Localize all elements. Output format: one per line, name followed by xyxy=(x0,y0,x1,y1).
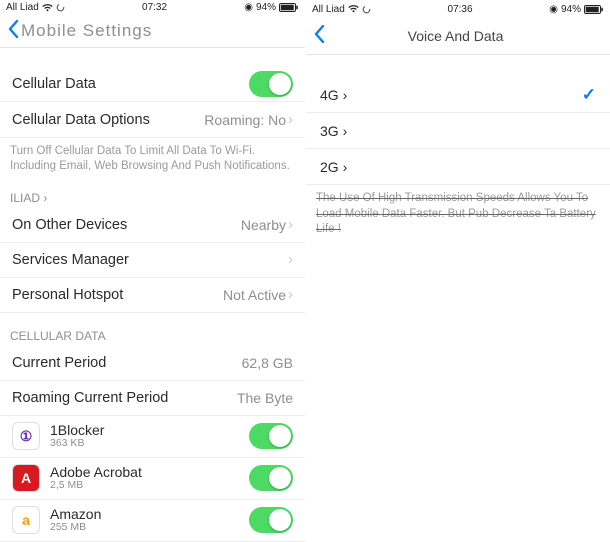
voice-data-options: 4G ›✓ 3G › 2G › xyxy=(306,77,610,185)
clock-label: 07:36 xyxy=(371,4,549,15)
status-bar: All Liad 07:32 ◉ 94% xyxy=(0,0,305,16)
app-row[interactable]: ① 1Blocker363 KB xyxy=(0,416,305,458)
network-option-row[interactable]: 4G ›✓ xyxy=(306,77,610,113)
current-period-value: 62,8 GB xyxy=(242,355,293,371)
loading-icon xyxy=(56,3,65,12)
settings-pane-left: All Liad 07:32 ◉ 94% Mobile Settings Ce xyxy=(0,0,305,542)
other-devices-label: On Other Devices xyxy=(12,217,241,233)
settings-pane-right: All Liad 07:36 ◉ 94% Voice And Data 4G ›… xyxy=(305,0,610,542)
app-name: 1Blocker xyxy=(50,423,249,438)
loading-icon xyxy=(362,5,371,14)
section-header-iliad: ILIAD › xyxy=(0,185,305,208)
app-size: 255 MB xyxy=(50,522,249,534)
alarm-icon: ◉ xyxy=(244,2,253,13)
wifi-icon xyxy=(348,5,359,13)
network-option-row[interactable]: 2G › xyxy=(306,149,610,185)
voice-data-footer-text: The Use Of High Transmission Speeds Allo… xyxy=(316,192,596,235)
services-manager-label: Services Manager xyxy=(12,252,288,268)
app-toggle[interactable] xyxy=(249,507,293,533)
app-size: 363 KB xyxy=(50,438,249,450)
app-icon: a xyxy=(12,506,40,534)
app-name: Amazon xyxy=(50,507,249,522)
app-row[interactable]: a Amazon255 MB xyxy=(0,500,305,542)
current-period-label: Current Period xyxy=(12,355,242,371)
battery-label: 94% xyxy=(256,2,276,13)
app-icon: ① xyxy=(12,422,40,450)
network-option-label: 4G › xyxy=(320,87,582,103)
battery-label: 94% xyxy=(561,4,581,15)
cellular-footer-text: Turn Off Cellular Data To Limit All Data… xyxy=(0,138,305,185)
cellular-data-row[interactable]: Cellular Data xyxy=(0,67,305,102)
roaming-period-label: Roaming Current Period xyxy=(12,390,237,406)
apps-list: ① 1Blocker363 KB A Adobe Acrobat2,5 MB a Amaz… xyxy=(0,416,305,542)
back-button[interactable]: Mobile Settings xyxy=(8,20,152,42)
nav-title: Voice And Data xyxy=(309,28,602,44)
voice-data-footer: The Use Of High Transmission Speeds Allo… xyxy=(306,185,610,248)
hotspot-label: Personal Hotspot xyxy=(12,287,223,303)
roaming-period-value: The Byte xyxy=(237,390,293,406)
app-row[interactable]: A Adobe Acrobat2,5 MB xyxy=(0,458,305,500)
app-toggle[interactable] xyxy=(249,423,293,449)
cellular-options-label: Cellular Data Options xyxy=(12,112,204,128)
other-devices-row[interactable]: On Other Devices Nearby › xyxy=(0,208,305,243)
app-toggle[interactable] xyxy=(249,465,293,491)
roaming-period-row: Roaming Current Period The Byte xyxy=(0,381,305,416)
chevron-right-icon: › xyxy=(288,251,293,268)
network-option-label: 3G › xyxy=(320,123,596,139)
services-manager-row[interactable]: Services Manager › xyxy=(0,243,305,278)
cellular-data-toggle[interactable] xyxy=(249,71,293,97)
checkmark-icon: ✓ xyxy=(582,85,596,105)
clock-label: 07:32 xyxy=(65,2,244,13)
battery-icon xyxy=(584,5,604,14)
chevron-left-icon xyxy=(8,20,19,42)
chevron-right-icon: › xyxy=(288,216,293,233)
status-bar: All Liad 07:36 ◉ 94% xyxy=(306,0,610,18)
cellular-options-row[interactable]: Cellular Data Options Roaming: No › xyxy=(0,102,305,137)
carrier-label: All Liad xyxy=(312,4,345,15)
app-size: 2,5 MB xyxy=(50,480,249,492)
app-name: Adobe Acrobat xyxy=(50,465,249,480)
wifi-icon xyxy=(42,4,53,12)
network-option-row[interactable]: 3G › xyxy=(306,113,610,149)
nav-bar: Mobile Settings xyxy=(0,16,305,48)
alarm-icon: ◉ xyxy=(549,4,558,15)
app-icon: A xyxy=(12,464,40,492)
carrier-label: All Liad xyxy=(6,2,39,13)
cellular-data-label: Cellular Data xyxy=(12,76,249,92)
chevron-right-icon: › xyxy=(288,111,293,128)
section-header-usage: CELLULAR DATA xyxy=(0,313,305,346)
battery-icon xyxy=(279,3,299,12)
network-option-label: 2G › xyxy=(320,159,596,175)
nav-back-label: Mobile Settings xyxy=(21,21,152,41)
nav-bar: Voice And Data xyxy=(306,18,610,55)
hotspot-row[interactable]: Personal Hotspot Not Active › xyxy=(0,278,305,313)
chevron-right-icon: › xyxy=(288,286,293,303)
current-period-row: Current Period 62,8 GB xyxy=(0,346,305,381)
